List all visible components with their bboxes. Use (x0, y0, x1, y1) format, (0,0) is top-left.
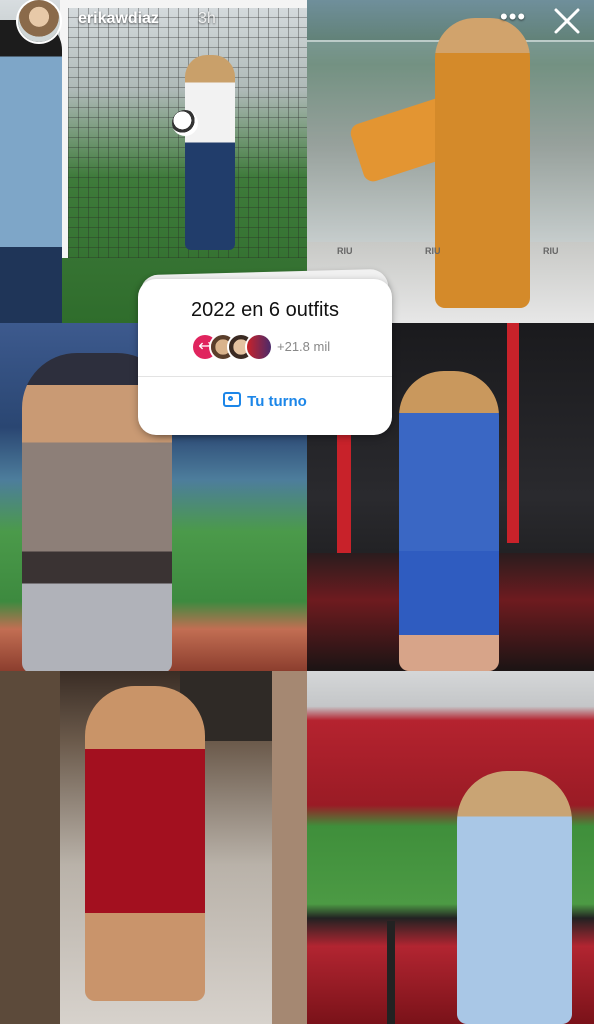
more-dots-icon[interactable]: ••• (500, 4, 526, 30)
riu-sign: RIU (543, 246, 559, 256)
participants-row[interactable]: ↩ +21.8 mil (193, 335, 373, 361)
camera-crew (0, 20, 62, 323)
participant-avatar (247, 335, 271, 359)
timestamp: 3h (198, 10, 216, 27)
your-turn-label: Tu turno (247, 393, 307, 410)
pillar (272, 671, 307, 1024)
close-icon[interactable] (550, 4, 584, 38)
soccer-ball (172, 110, 198, 136)
sticker-title: 2022 en 6 outfits (191, 299, 339, 321)
post (387, 921, 395, 1024)
studio-light-bar (507, 323, 519, 543)
person-figure (435, 18, 530, 308)
divider (138, 376, 392, 377)
story-header: erikawdiaz 3h ••• (0, 0, 594, 42)
participants-count: +21.8 mil (277, 339, 331, 354)
username[interactable]: erikawdiaz (78, 10, 159, 28)
person-figure (399, 371, 499, 671)
avatar[interactable] (18, 0, 60, 42)
person-figure (457, 771, 572, 1024)
photo-red-dress-mirror (0, 671, 307, 1024)
photo-stadium-field (307, 671, 594, 1024)
add-yours-sticker[interactable]: 2022 en 6 outfits ↩ +21.8 mil Tu turno (138, 279, 392, 435)
riu-sign: RIU (425, 246, 441, 256)
person-figure (185, 55, 235, 250)
person-figure (85, 686, 205, 1001)
camera-icon (223, 392, 242, 407)
riu-sign: RIU (337, 246, 353, 256)
outfits-collage: RIU RIU RIU (0, 0, 594, 1024)
your-turn-button[interactable]: Tu turno (138, 392, 392, 410)
wall (0, 671, 60, 1024)
